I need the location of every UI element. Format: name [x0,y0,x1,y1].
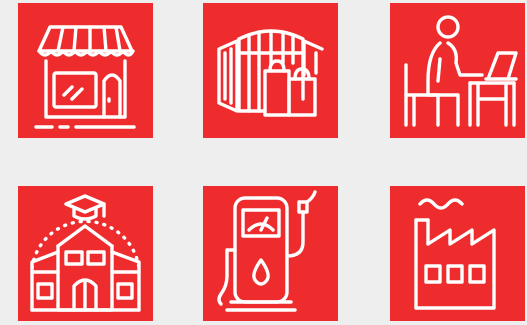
icon-grid [0,0,527,325]
shopping-mall-icon [217,29,324,117]
office-worker-icon [404,15,518,127]
factory-icon [414,198,496,310]
tile-office-worker [390,3,525,138]
university-icon [30,194,141,312]
tile-university [18,186,153,321]
storefront-icon [34,25,136,129]
fuel-pump-icon [217,190,317,312]
tile-fuel-pump [203,186,338,321]
tile-factory [390,186,525,321]
tile-storefront [18,3,153,138]
tile-shopping-mall [203,3,338,138]
